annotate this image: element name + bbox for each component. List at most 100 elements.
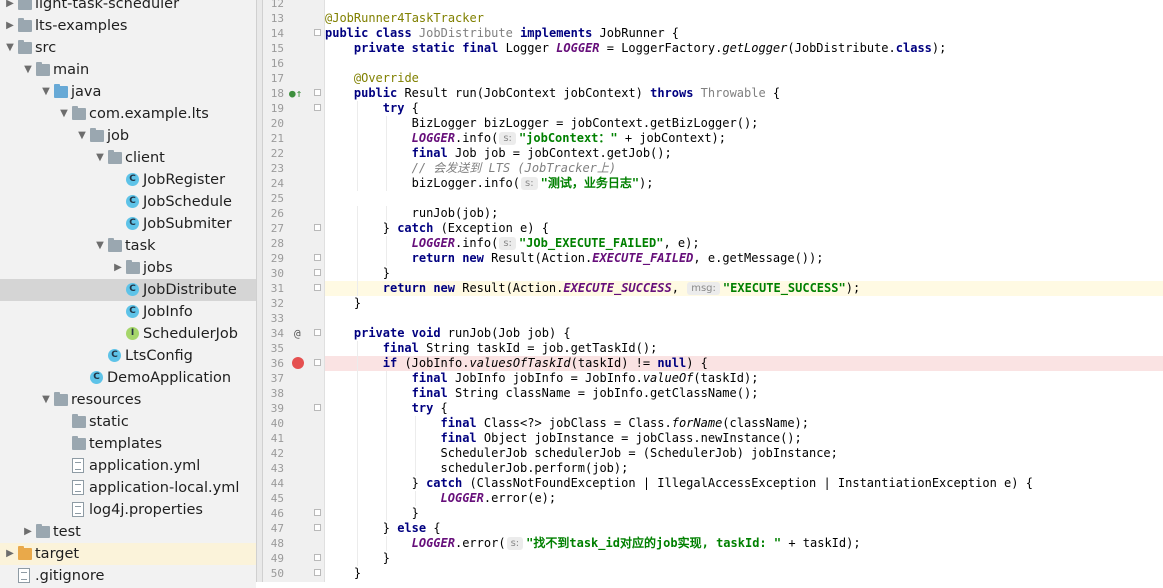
fold-toggle-icon[interactable] bbox=[314, 269, 321, 276]
gutter-line[interactable]: 13 bbox=[263, 11, 325, 26]
gutter-line[interactable]: 28 bbox=[263, 236, 325, 251]
tree-item[interactable]: C JobRegister bbox=[0, 169, 256, 191]
panel-splitter[interactable] bbox=[256, 0, 263, 582]
tree-item[interactable]: application-local.yml bbox=[0, 477, 256, 499]
code-line[interactable]: } bbox=[325, 566, 1163, 581]
code-line[interactable]: SchedulerJob schedulerJob = (SchedulerJo… bbox=[325, 446, 1163, 461]
expand-arrow-icon[interactable]: ▼ bbox=[4, 37, 16, 59]
code-line[interactable]: } bbox=[325, 296, 1163, 311]
code-line[interactable]: final Object jobInstance = jobClass.newI… bbox=[325, 431, 1163, 446]
gutter-line[interactable]: 36 bbox=[263, 356, 325, 371]
annotation-marker-icon[interactable]: @ bbox=[294, 326, 301, 341]
expand-arrow-icon[interactable]: ▼ bbox=[76, 125, 88, 147]
tree-item[interactable]: ▼ client bbox=[0, 147, 256, 169]
tree-item[interactable]: C JobInfo bbox=[0, 301, 256, 323]
fold-toggle-icon[interactable] bbox=[314, 329, 321, 336]
gutter-line[interactable]: 46 bbox=[263, 506, 325, 521]
code-line[interactable] bbox=[325, 311, 1163, 326]
gutter-line[interactable]: 41 bbox=[263, 431, 325, 446]
gutter-line[interactable]: 27 bbox=[263, 221, 325, 236]
gutter-line[interactable]: 39 bbox=[263, 401, 325, 416]
tree-item[interactable]: .gitignore bbox=[0, 565, 256, 587]
gutter-line[interactable]: 21 bbox=[263, 131, 325, 146]
tree-item[interactable]: ▼ job bbox=[0, 125, 256, 147]
gutter-line[interactable]: 17 bbox=[263, 71, 325, 86]
code-line[interactable] bbox=[325, 191, 1163, 206]
fold-toggle-icon[interactable] bbox=[314, 509, 321, 516]
code-line[interactable]: return new Result(Action.EXECUTE_FAILED,… bbox=[325, 251, 1163, 266]
tree-item[interactable]: I SchedulerJob bbox=[0, 323, 256, 345]
code-line[interactable]: LOGGER.info(s: "jobContext：" + jobContext… bbox=[325, 131, 1163, 146]
gutter-line[interactable]: 44 bbox=[263, 476, 325, 491]
gutter-line[interactable]: 16 bbox=[263, 56, 325, 71]
collapse-arrow-icon[interactable]: ▶ bbox=[4, 543, 16, 565]
tree-item[interactable]: ▶ jobs bbox=[0, 257, 256, 279]
code-line[interactable] bbox=[325, 0, 1163, 11]
code-line[interactable]: // 会发送到 LTS (JobTracker上) bbox=[325, 161, 1163, 176]
gutter-line[interactable]: 19 bbox=[263, 101, 325, 116]
code-line[interactable]: final JobInfo jobInfo = JobInfo.valueOf(… bbox=[325, 371, 1163, 386]
fold-toggle-icon[interactable] bbox=[314, 524, 321, 531]
code-line[interactable]: LOGGER.error(e); bbox=[325, 491, 1163, 506]
gutter-line[interactable]: 47 bbox=[263, 521, 325, 536]
gutter-line[interactable]: 26 bbox=[263, 206, 325, 221]
code-line[interactable]: } bbox=[325, 266, 1163, 281]
code-line[interactable]: LOGGER.info(s: "JOb_EXECUTE_FAILED", e); bbox=[325, 236, 1163, 251]
code-line[interactable]: if (JobInfo.valuesOfTaskId(taskId) != nu… bbox=[325, 356, 1163, 371]
code-line[interactable]: @JobRunner4TaskTracker bbox=[325, 11, 1163, 26]
code-line[interactable]: final Class<?> jobClass = Class.forName(… bbox=[325, 416, 1163, 431]
expand-arrow-icon[interactable]: ▼ bbox=[22, 59, 34, 81]
tree-item[interactable]: application.yml bbox=[0, 455, 256, 477]
tree-item[interactable]: ▶ light-task-scheduler bbox=[0, 0, 256, 15]
gutter-line[interactable]: 18 ●↑ bbox=[263, 86, 325, 101]
gutter-line[interactable]: 25 bbox=[263, 191, 325, 206]
code-line[interactable]: LOGGER.error(s: "找不到task_id对应的job实现, task… bbox=[325, 536, 1163, 551]
code-line[interactable]: bizLogger.info(s: "测试，业务日志"); bbox=[325, 176, 1163, 191]
code-line[interactable]: runJob(job); bbox=[325, 206, 1163, 221]
tree-item[interactable]: C JobDistribute bbox=[0, 279, 256, 301]
gutter-line[interactable]: 49 bbox=[263, 551, 325, 566]
gutter-line[interactable]: 12 bbox=[263, 0, 325, 11]
tree-item[interactable]: C JobSchedule bbox=[0, 191, 256, 213]
tree-item[interactable]: ▼ task bbox=[0, 235, 256, 257]
tree-item[interactable]: C LtsConfig bbox=[0, 345, 256, 367]
gutter-line[interactable]: 23 bbox=[263, 161, 325, 176]
collapse-arrow-icon[interactable]: ▶ bbox=[4, 0, 16, 15]
collapse-arrow-icon[interactable]: ▶ bbox=[112, 257, 124, 279]
tree-item[interactable]: ▼ com.example.lts bbox=[0, 103, 256, 125]
gutter-line[interactable]: 30 bbox=[263, 266, 325, 281]
expand-arrow-icon[interactable]: ▼ bbox=[58, 103, 70, 125]
collapse-arrow-icon[interactable]: ▶ bbox=[22, 521, 34, 543]
code-line[interactable]: BizLogger bizLogger = jobContext.getBizL… bbox=[325, 116, 1163, 131]
code-line[interactable]: final String taskId = job.getTaskId(); bbox=[325, 341, 1163, 356]
gutter-line[interactable]: 50 bbox=[263, 566, 325, 581]
gutter-line[interactable]: 24 bbox=[263, 176, 325, 191]
implements-method-icon[interactable]: ●↑ bbox=[289, 86, 302, 101]
code-line[interactable]: } bbox=[325, 551, 1163, 566]
code-line[interactable]: return new Result(Action.EXECUTE_SUCCESS… bbox=[325, 281, 1163, 296]
fold-toggle-icon[interactable] bbox=[314, 29, 321, 36]
tree-item[interactable]: ▶ target bbox=[0, 543, 256, 565]
fold-toggle-icon[interactable] bbox=[314, 224, 321, 231]
gutter-line[interactable]: 29 bbox=[263, 251, 325, 266]
tree-item[interactable]: templates bbox=[0, 433, 256, 455]
gutter-line[interactable]: 42 bbox=[263, 446, 325, 461]
gutter-line[interactable]: 48 bbox=[263, 536, 325, 551]
fold-toggle-icon[interactable] bbox=[314, 89, 321, 96]
gutter-line[interactable]: 45 bbox=[263, 491, 325, 506]
tree-item[interactable]: C JobSubmiter bbox=[0, 213, 256, 235]
tree-item[interactable]: ▶ lts-examples bbox=[0, 15, 256, 37]
gutter-line[interactable]: 32 bbox=[263, 296, 325, 311]
code-line[interactable]: private static final Logger LOGGER = Log… bbox=[325, 41, 1163, 56]
fold-toggle-icon[interactable] bbox=[314, 254, 321, 261]
code-line[interactable]: @Override bbox=[325, 71, 1163, 86]
fold-toggle-icon[interactable] bbox=[314, 569, 321, 576]
fold-toggle-icon[interactable] bbox=[314, 404, 321, 411]
gutter-line[interactable]: 15 bbox=[263, 41, 325, 56]
expand-arrow-icon[interactable]: ▼ bbox=[40, 81, 52, 103]
fold-toggle-icon[interactable] bbox=[314, 554, 321, 561]
code-line[interactable]: private void runJob(Job job) { bbox=[325, 326, 1163, 341]
code-line[interactable]: public Result run(JobContext jobContext)… bbox=[325, 86, 1163, 101]
code-line[interactable]: try { bbox=[325, 401, 1163, 416]
gutter-line[interactable]: 14 bbox=[263, 26, 325, 41]
